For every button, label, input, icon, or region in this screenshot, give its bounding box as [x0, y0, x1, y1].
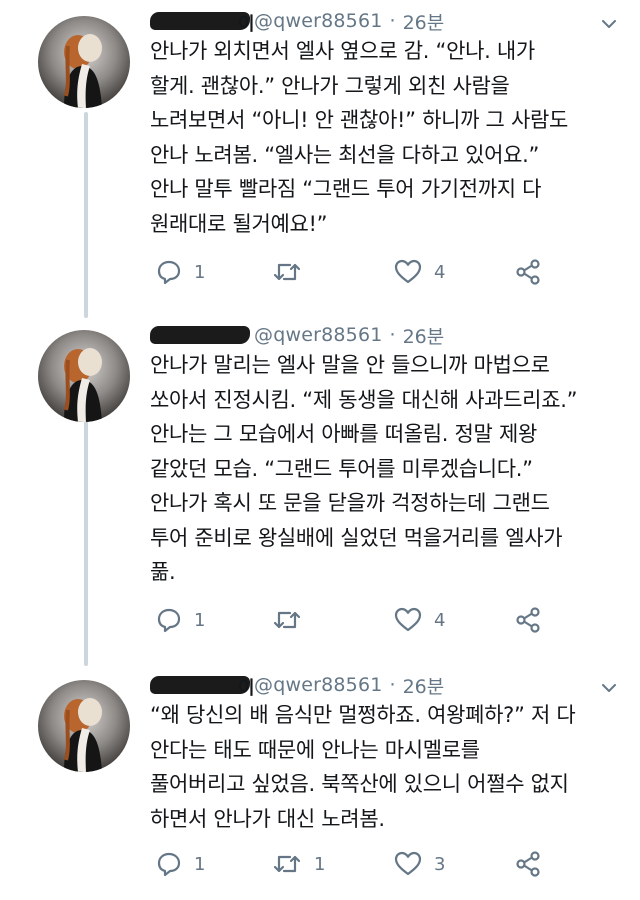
redacted-display-name[interactable]: 이: [150, 8, 255, 35]
redacted-display-name[interactable]: [150, 322, 250, 348]
heart-icon: [394, 851, 422, 876]
avatar[interactable]: [38, 680, 130, 772]
tweet-header: 이 @qwer88561 · 26분: [150, 670, 620, 700]
retweet-count: 1: [314, 853, 326, 875]
separator-dot: ·: [389, 324, 396, 346]
chevron-down-icon[interactable]: [602, 14, 616, 28]
retweet-icon: [273, 611, 301, 629]
tweet-header: @qwer88561 · 26분: [150, 320, 620, 350]
timestamp[interactable]: 26분: [403, 672, 445, 699]
like-count: 4: [434, 261, 446, 283]
separator-dot: ·: [389, 10, 396, 32]
like-count: 3: [434, 853, 446, 875]
reply-count: 1: [194, 853, 206, 875]
reply-button[interactable]: 1: [156, 602, 205, 638]
user-handle[interactable]: @qwer88561: [254, 324, 383, 346]
retweet-button[interactable]: 1: [272, 846, 325, 882]
tweet-actions: 1 4: [150, 602, 620, 638]
tweet-text: “왜 당신의 배 음식만 멀쩡하죠. 여왕폐하?” 저 다 안다는 태도 때문에…: [150, 703, 576, 831]
retweet-icon: [273, 855, 301, 873]
tweet[interactable]: 이 @qwer88561 · 26분 “왜 당신의 배 음식만 멀쩡하죠. 여왕…: [0, 664, 640, 900]
reply-button[interactable]: 1: [156, 254, 205, 290]
share-button[interactable]: [514, 846, 542, 882]
share-button[interactable]: [514, 254, 542, 290]
user-handle[interactable]: @qwer88561: [254, 674, 383, 696]
redacted-display-name[interactable]: 이: [150, 672, 255, 699]
reply-icon: [157, 260, 181, 285]
avatar[interactable]: [38, 16, 130, 108]
tweet-header: 이 @qwer88561 · 26분: [150, 6, 620, 36]
heart-icon: [394, 259, 422, 284]
reply-icon: [157, 608, 181, 633]
reply-count: 1: [194, 609, 206, 631]
avatar[interactable]: [38, 330, 130, 422]
share-button[interactable]: [514, 602, 542, 638]
tweet-text: 안나가 외치면서 엘사 옆으로 감. “안나. 내가 할게. 괜찮아.” 안나가…: [150, 39, 569, 236]
tweet-text: 안나가 말리는 엘사 말을 안 들으니까 마법으로 쏘아서 진정시킴. “제 동…: [150, 353, 578, 584]
chevron-down-icon[interactable]: [602, 678, 616, 692]
timestamp[interactable]: 26분: [403, 8, 445, 35]
user-handle[interactable]: @qwer88561: [254, 10, 383, 32]
reply-count: 1: [194, 261, 206, 283]
like-button[interactable]: 4: [394, 254, 445, 290]
retweet-button[interactable]: [272, 602, 314, 638]
separator-dot: ·: [389, 674, 396, 696]
reply-icon: [157, 852, 181, 877]
reply-button[interactable]: 1: [156, 846, 205, 882]
heart-icon: [394, 607, 422, 632]
tweet-actions: 1 1 3: [150, 846, 620, 882]
like-button[interactable]: 4: [394, 602, 445, 638]
tweet-actions: 1 4: [150, 254, 620, 290]
retweet-button[interactable]: [272, 254, 314, 290]
display-name-fragment: 이: [238, 14, 255, 35]
share-icon: [516, 851, 540, 877]
tweet[interactable]: @qwer88561 · 26분 안나가 말리는 엘사 말을 안 들으니까 마법…: [0, 314, 640, 654]
share-icon: [516, 607, 540, 633]
share-icon: [516, 259, 540, 285]
timestamp[interactable]: 26분: [403, 322, 445, 349]
tweet[interactable]: 이 @qwer88561 · 26분 안나가 외치면서 엘사 옆으로 감. “안…: [0, 0, 640, 310]
display-name-fragment: 이: [238, 678, 255, 699]
like-count: 4: [434, 609, 446, 631]
retweet-icon: [273, 263, 301, 281]
like-button[interactable]: 3: [394, 846, 445, 882]
